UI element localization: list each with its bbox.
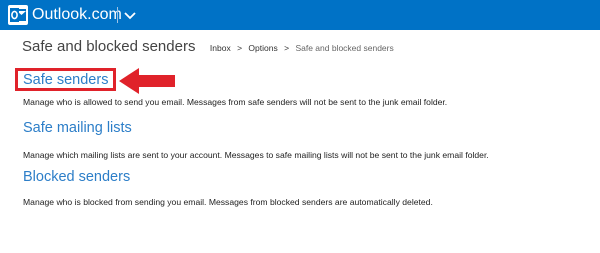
page-header: Safe and blocked senders Inbox > Options…	[22, 38, 394, 58]
highlight-box	[15, 68, 116, 91]
chevron-down-icon[interactable]	[124, 9, 136, 21]
blocked-senders-description: Manage who is blocked from sending you e…	[23, 197, 433, 207]
safe-senders-description: Manage who is allowed to send you email.…	[23, 97, 448, 107]
breadcrumb-inbox[interactable]: Inbox	[210, 43, 231, 53]
blocked-senders-link[interactable]: Blocked senders	[23, 168, 130, 186]
breadcrumb-separator: >	[284, 43, 290, 53]
breadcrumb: Inbox > Options > Safe and blocked sende…	[210, 43, 394, 53]
breadcrumb-options[interactable]: Options	[248, 43, 277, 53]
outlook-logo-icon[interactable]	[8, 5, 28, 25]
brand-name[interactable]: Outlook.com	[32, 5, 122, 25]
top-bar: Outlook.com	[0, 0, 600, 30]
page-title: Safe and blocked senders	[22, 38, 196, 55]
breadcrumb-separator: >	[237, 43, 243, 53]
safe-mailing-lists-link[interactable]: Safe mailing lists	[23, 119, 132, 137]
safe-mailing-lists-description: Manage which mailing lists are sent to y…	[23, 150, 489, 160]
left-arrow-icon	[119, 68, 175, 94]
breadcrumb-current: Safe and blocked senders	[295, 43, 394, 53]
header-divider	[117, 7, 118, 23]
